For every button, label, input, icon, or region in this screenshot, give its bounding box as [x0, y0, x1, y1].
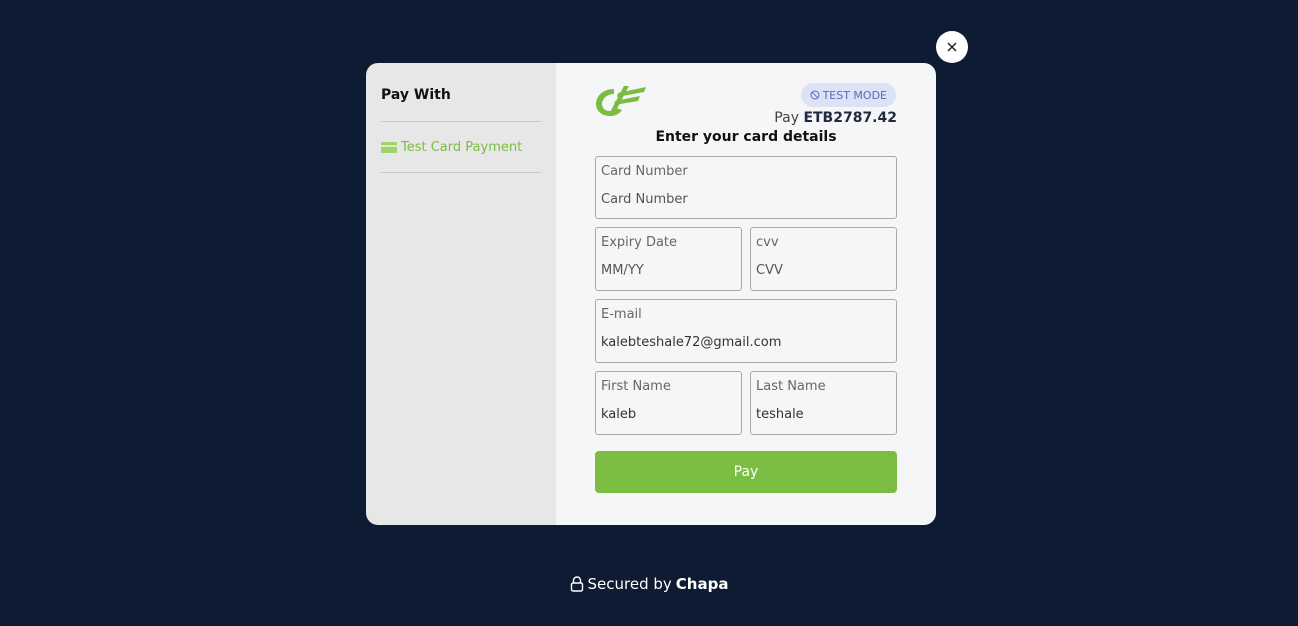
- form-title: Enter your card details: [655, 129, 837, 145]
- card-number-label: Card Number: [601, 164, 688, 179]
- chapa-logo-icon: [596, 86, 646, 116]
- secured-prefix: Secured by: [587, 575, 672, 593]
- card-number-input[interactable]: [601, 192, 889, 207]
- payment-methods-sidebar: Pay With Test Card Payment: [366, 63, 556, 525]
- secured-footer: Secured by Chapa: [0, 575, 1298, 593]
- amount-value: ETB2787.42: [803, 110, 897, 126]
- last-name-input[interactable]: [756, 407, 889, 422]
- cvv-input[interactable]: [756, 263, 889, 278]
- cvv-field: cvv: [750, 227, 897, 291]
- expiry-date-input[interactable]: [601, 263, 734, 278]
- last-name-label: Last Name: [756, 379, 826, 394]
- first-name-field: First Name: [595, 371, 742, 435]
- close-icon: [947, 42, 957, 52]
- payment-method-test-card[interactable]: Test Card Payment: [381, 122, 541, 172]
- sidebar-title: Pay With: [381, 87, 451, 103]
- cvv-label: cvv: [756, 235, 779, 250]
- pay-amount: Pay ETB2787.42: [774, 110, 897, 126]
- credit-card-icon: [381, 141, 397, 153]
- expiry-date-field: Expiry Date: [595, 227, 742, 291]
- card-number-field: Card Number: [595, 156, 897, 219]
- card-details-panel: TEST MODE Pay ETB2787.42 Enter your card…: [556, 63, 936, 525]
- divider: [381, 172, 541, 173]
- pay-button[interactable]: Pay: [595, 451, 897, 493]
- first-name-label: First Name: [601, 379, 671, 394]
- email-field: E-mail: [595, 299, 897, 363]
- payment-modal: Pay With Test Card Payment TEST MODE Pay…: [366, 63, 936, 525]
- lock-icon: [570, 576, 583, 592]
- payment-method-label: Test Card Payment: [401, 139, 523, 155]
- secured-brand: Chapa: [675, 575, 729, 593]
- email-label: E-mail: [601, 307, 642, 322]
- expiry-date-label: Expiry Date: [601, 235, 678, 250]
- test-mode-badge: TEST MODE: [800, 83, 896, 107]
- last-name-field: Last Name: [750, 371, 897, 435]
- test-mode-label: TEST MODE: [822, 88, 887, 102]
- prohibited-icon: [810, 90, 820, 100]
- close-button[interactable]: [936, 31, 968, 63]
- first-name-input[interactable]: [601, 407, 734, 422]
- pay-prefix: Pay: [774, 110, 799, 126]
- email-input[interactable]: [601, 335, 889, 350]
